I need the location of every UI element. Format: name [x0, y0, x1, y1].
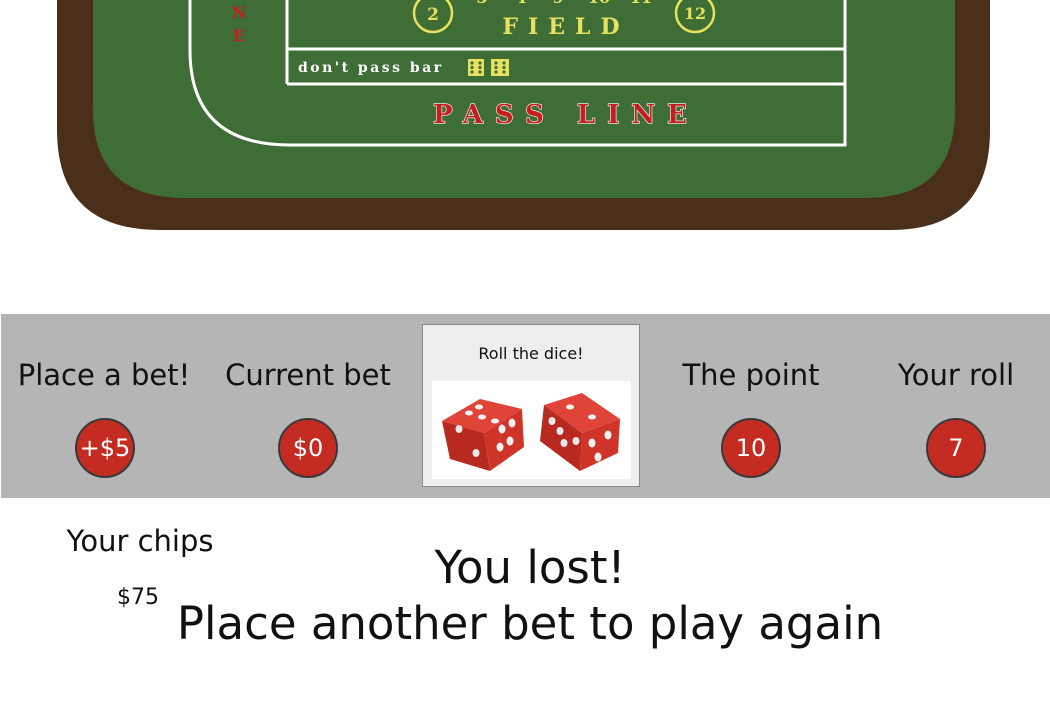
- field-label: FIELD: [502, 14, 629, 40]
- place-bet-chip-button[interactable]: +$5: [75, 418, 135, 478]
- point-label: The point: [682, 358, 820, 392]
- field-number-4: 4: [515, 0, 526, 7]
- right-die-icon: [540, 393, 620, 471]
- roll-dice-label: Roll the dice!: [478, 344, 584, 363]
- instruction-line: Place another bet to play again: [176, 597, 884, 650]
- control-panel: Place a bet! +$5 Current bet $0 Roll the…: [1, 314, 1050, 498]
- dont-pass-bar-label: don't pass bar: [298, 60, 444, 76]
- field-number-11: 11: [630, 0, 652, 7]
- point-slot: The point 10: [651, 314, 851, 498]
- point-chip: 10: [721, 418, 781, 478]
- your-roll-slot: Your roll 7: [856, 314, 1050, 498]
- left-die-icon: [442, 399, 524, 471]
- field-circle-12-label: 12: [684, 4, 706, 23]
- field-number-10: 10: [588, 0, 610, 7]
- place-bet-slot: Place a bet! +$5: [4, 314, 204, 498]
- your-roll-label: Your roll: [897, 358, 1015, 392]
- side-label-letter-n: N: [232, 3, 247, 22]
- current-bet-chip: $0: [278, 418, 338, 478]
- your-roll-chip: 7: [926, 418, 986, 478]
- game-result-message: You lost! Place another bet to play agai…: [160, 540, 900, 652]
- pass-line-label: PASS LINE: [433, 100, 699, 130]
- field-number-3: 3: [476, 0, 487, 7]
- field-circle-2-label: 2: [427, 5, 439, 25]
- side-label-letter-e: E: [233, 26, 245, 45]
- field-number-9: 9: [552, 0, 563, 7]
- place-bet-label: Place a bet!: [17, 358, 191, 392]
- result-line: You lost!: [434, 541, 626, 594]
- craps-table: N E 2 12 3 4 9 10 11 FIELD don't pass ba…: [57, 0, 990, 230]
- current-bet-slot: Current bet $0: [208, 314, 408, 498]
- current-bet-label: Current bet: [225, 358, 391, 392]
- roll-dice-button[interactable]: Roll the dice!: [422, 324, 640, 487]
- dice-image: [432, 381, 631, 479]
